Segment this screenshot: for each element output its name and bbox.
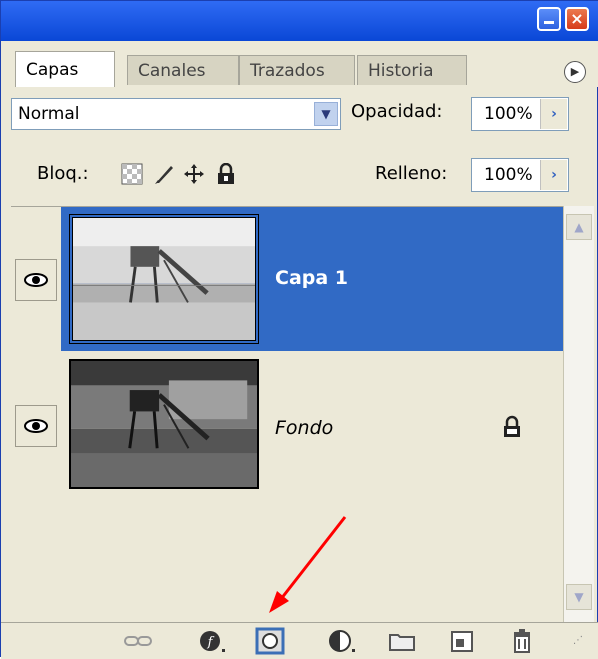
tab-historia[interactable]: Historia xyxy=(357,55,467,85)
tab-label: Capas xyxy=(26,60,79,80)
layer-thumbnail[interactable] xyxy=(69,214,259,344)
new-layer-icon[interactable] xyxy=(447,627,477,655)
layers-scrollbar[interactable]: ▲ ▼ xyxy=(563,206,594,622)
flyout-menu-icon[interactable]: ▶ xyxy=(564,61,586,83)
tab-label: Canales xyxy=(138,61,206,81)
layer-row-capa1[interactable]: Capa 1 xyxy=(11,207,563,351)
fill-label: Relleno: xyxy=(375,163,448,184)
tab-bar: Capas Canales Trazados Historia ▶ xyxy=(1,41,598,87)
chevron-down-icon[interactable]: ▼ xyxy=(314,102,338,126)
layer-name[interactable]: Capa 1 xyxy=(275,267,348,289)
adjustment-layer-icon[interactable] xyxy=(327,627,357,655)
opacity-label: Opacidad: xyxy=(351,101,443,122)
opacity-slider-button[interactable]: › xyxy=(540,99,567,129)
fill-field[interactable]: 100% › xyxy=(471,158,569,192)
scroll-up-button[interactable]: ▲ xyxy=(566,214,592,240)
fill-value: 100% xyxy=(484,165,533,185)
tab-label: Historia xyxy=(368,61,434,81)
layers-panel: × Capas Canales Trazados Historia ▶ Norm… xyxy=(0,0,598,659)
layer-style-icon[interactable]: f xyxy=(197,627,227,655)
layer-row-fondo[interactable]: Fondo xyxy=(11,351,563,497)
title-bar: × xyxy=(1,1,598,41)
layers-toolbar: f ⋰ xyxy=(1,622,598,659)
lock-label: Bloq.: xyxy=(37,163,89,184)
blend-mode-value: Normal xyxy=(18,104,80,124)
eye-icon xyxy=(24,273,48,287)
tab-label: Trazados xyxy=(250,61,325,81)
lock-transparency-icon[interactable] xyxy=(121,163,143,185)
lock-position-icon[interactable] xyxy=(183,163,205,185)
lock-all-icon[interactable] xyxy=(215,163,237,185)
link-layers-icon[interactable] xyxy=(123,627,153,655)
trash-icon[interactable] xyxy=(507,627,537,655)
layer-name[interactable]: Fondo xyxy=(275,417,333,439)
new-group-icon[interactable] xyxy=(387,627,417,655)
add-mask-icon[interactable] xyxy=(255,627,285,655)
resize-grip[interactable]: ⋰ xyxy=(573,635,591,653)
opacity-value: 100% xyxy=(484,104,533,124)
tab-capas[interactable]: Capas xyxy=(15,51,115,87)
tab-canales[interactable]: Canales xyxy=(127,55,239,85)
layer-thumbnail[interactable] xyxy=(69,359,259,489)
blend-opacity-row: Normal ▼ Opacidad: 100% › xyxy=(1,89,598,135)
lock-image-icon[interactable] xyxy=(153,163,175,185)
eye-icon[interactable] xyxy=(15,259,57,301)
opacity-field[interactable]: 100% › xyxy=(471,97,569,131)
lock-fill-row: Bloq.: Relleno: 100% › xyxy=(1,153,598,203)
eye-icon xyxy=(24,419,48,433)
tab-trazados[interactable]: Trazados xyxy=(239,55,355,85)
scroll-down-button[interactable]: ▼ xyxy=(566,584,592,610)
blend-mode-select[interactable]: Normal ▼ xyxy=(11,98,341,130)
fill-slider-button[interactable]: › xyxy=(540,160,567,190)
layers-list: Capa 1 Fondo xyxy=(11,206,563,623)
eye-icon[interactable] xyxy=(15,405,57,447)
minimize-button[interactable] xyxy=(537,7,561,31)
close-button[interactable]: × xyxy=(565,7,589,31)
layer-lock-icon xyxy=(504,415,520,437)
